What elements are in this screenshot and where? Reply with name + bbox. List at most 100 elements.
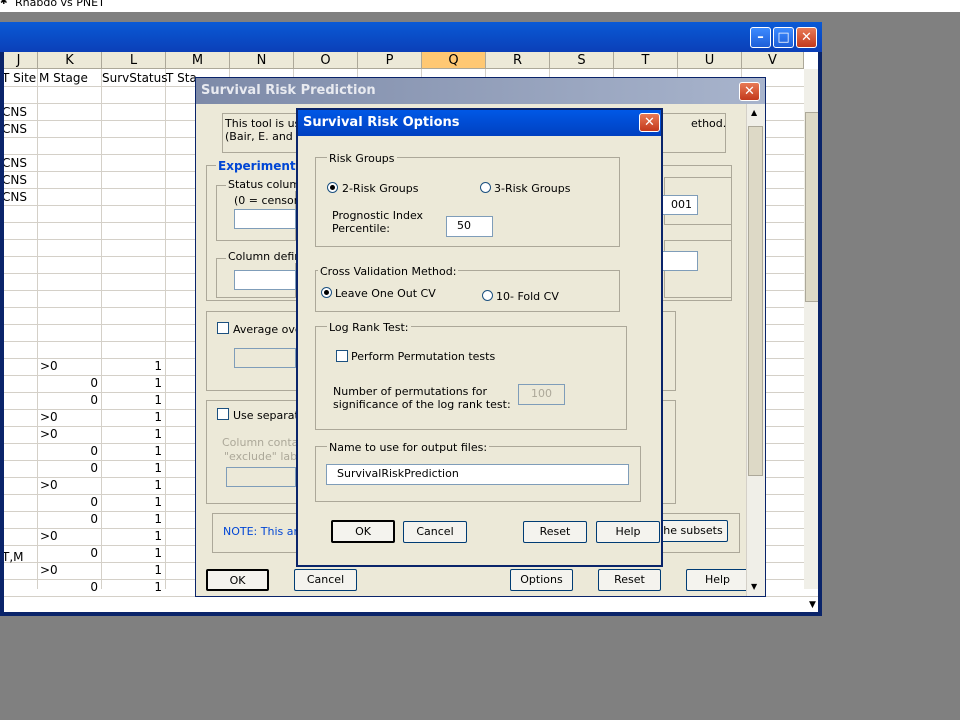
cell-k[interactable]: >0: [40, 477, 58, 494]
cancel-button[interactable]: Cancel: [403, 521, 467, 543]
column-defining-input[interactable]: [234, 270, 296, 290]
close-icon[interactable]: ✕: [796, 27, 817, 48]
dialog-scrollbar[interactable]: ▲ ▼: [746, 104, 765, 596]
cell-l[interactable]: 1: [102, 511, 162, 528]
status-column-input[interactable]: [234, 209, 296, 229]
close-icon[interactable]: ✕: [739, 82, 760, 101]
cell-k[interactable]: >0: [40, 528, 58, 545]
cell-j[interactable]: CNS: [4, 104, 27, 121]
cell-k[interactable]: >0: [40, 358, 58, 375]
cell-m-header[interactable]: T Sta: [166, 70, 197, 87]
cell-k[interactable]: >0: [40, 562, 58, 579]
cell-j[interactable]: CNS: [4, 121, 27, 138]
cell-l[interactable]: 1: [102, 494, 162, 511]
options-button[interactable]: Options: [510, 569, 573, 591]
right-field-1[interactable]: 001: [662, 195, 698, 215]
subsets-button[interactable]: he subsets: [658, 520, 728, 542]
scroll-down-icon[interactable]: ▼: [751, 582, 757, 591]
column-header-m[interactable]: M: [166, 52, 230, 69]
prognostic-percentile-input[interactable]: 50: [446, 216, 493, 237]
close-icon[interactable]: ✕: [639, 113, 660, 132]
cell-j-tm[interactable]: T,M: [4, 549, 24, 566]
average-checkbox[interactable]: [217, 322, 229, 334]
column-header-k[interactable]: K: [38, 52, 102, 69]
cell-j[interactable]: CNS: [4, 155, 27, 172]
exclude-input[interactable]: [226, 467, 296, 487]
cell-l[interactable]: 1: [102, 409, 162, 426]
cell-l[interactable]: 1: [102, 358, 162, 375]
num-permutations-label-2: significance of the log rank test:: [333, 398, 511, 411]
ok-button[interactable]: OK: [331, 520, 395, 543]
column-header-r[interactable]: R: [486, 52, 550, 69]
cell-l[interactable]: 1: [102, 545, 162, 562]
cell-k[interactable]: 0: [38, 392, 98, 409]
cell-l[interactable]: 1: [102, 562, 162, 579]
cell-k[interactable]: 0: [38, 494, 98, 511]
cell-l[interactable]: 1: [102, 392, 162, 409]
right-field-2[interactable]: [662, 251, 698, 271]
cell-l[interactable]: 1: [102, 579, 162, 596]
help-button[interactable]: Help: [596, 521, 660, 543]
cell-j-header[interactable]: T Site: [4, 70, 36, 87]
three-risk-radio[interactable]: [480, 182, 491, 193]
cell-l[interactable]: 1: [102, 460, 162, 477]
permutation-checkbox[interactable]: [336, 350, 348, 362]
column-header-q[interactable]: Q: [422, 52, 486, 69]
cell-k[interactable]: 0: [38, 511, 98, 528]
note-label: NOTE: This ana: [223, 525, 308, 538]
cell-l[interactable]: 1: [102, 375, 162, 392]
cell-j[interactable]: CNS: [4, 189, 27, 206]
column-header-p[interactable]: P: [358, 52, 422, 69]
column-header-t[interactable]: T: [614, 52, 678, 69]
ok-button[interactable]: OK: [206, 569, 269, 591]
cell-l[interactable]: 1: [102, 477, 162, 494]
prognostic-label-1: Prognostic Index: [332, 209, 424, 222]
output-name-input[interactable]: SurvivalRiskPrediction: [326, 464, 629, 485]
maximize-icon[interactable]: □: [773, 27, 794, 48]
description-right: ethod.: [691, 117, 727, 130]
tenfold-radio[interactable]: [482, 290, 493, 301]
reset-button[interactable]: Reset: [598, 569, 661, 591]
cell-k[interactable]: >0: [40, 409, 58, 426]
num-permutations-label-1: Number of permutations for: [333, 385, 488, 398]
separate-checkbox[interactable]: [217, 408, 229, 420]
cancel-button[interactable]: Cancel: [294, 569, 357, 591]
dialog-title: Survival Risk Prediction: [196, 78, 765, 104]
cell-k[interactable]: 0: [38, 545, 98, 562]
sheet-scroll-thumb[interactable]: [805, 112, 818, 302]
scroll-up-icon[interactable]: ▲: [751, 108, 757, 117]
cell-l[interactable]: 1: [102, 443, 162, 460]
dialog-scroll-thumb[interactable]: [748, 126, 763, 476]
help-button[interactable]: Help: [686, 569, 749, 591]
average-input[interactable]: [234, 348, 296, 368]
cell-k[interactable]: >0: [40, 426, 58, 443]
loocv-radio[interactable]: [321, 287, 332, 298]
column-header-j[interactable]: J: [4, 52, 38, 69]
log-rank-group: [315, 326, 627, 430]
column-header-l[interactable]: L: [102, 52, 166, 69]
cell-k[interactable]: 0: [38, 579, 98, 596]
column-header-s[interactable]: S: [550, 52, 614, 69]
cell-l[interactable]: 1: [102, 528, 162, 545]
column-header-o[interactable]: O: [294, 52, 358, 69]
column-header-u[interactable]: U: [678, 52, 742, 69]
minimize-icon[interactable]: –: [750, 27, 771, 48]
cell-k[interactable]: 0: [38, 443, 98, 460]
cell-l[interactable]: 1: [102, 426, 162, 443]
cell-k[interactable]: 0: [38, 375, 98, 392]
column-header-n[interactable]: N: [230, 52, 294, 69]
log-rank-label: Log Rank Test:: [327, 321, 411, 334]
description-line-1: This tool is use: [225, 117, 308, 130]
two-risk-radio[interactable]: [327, 182, 338, 193]
dialog-title: Survival Risk Options: [298, 110, 661, 136]
num-permutations-input[interactable]: 100: [518, 384, 565, 405]
cell-l-header[interactable]: SurvStatus: [102, 70, 168, 87]
scroll-down-icon[interactable]: ▼: [805, 600, 818, 612]
reset-button[interactable]: Reset: [523, 521, 587, 543]
cv-method-label: Cross Validation Method:: [318, 265, 459, 278]
cell-j[interactable]: CNS: [4, 172, 27, 189]
cell-k[interactable]: 0: [38, 460, 98, 477]
cell-k-header[interactable]: M Stage: [39, 70, 88, 87]
column-header-v[interactable]: V: [742, 52, 804, 69]
two-risk-label: 2-Risk Groups: [342, 182, 419, 195]
